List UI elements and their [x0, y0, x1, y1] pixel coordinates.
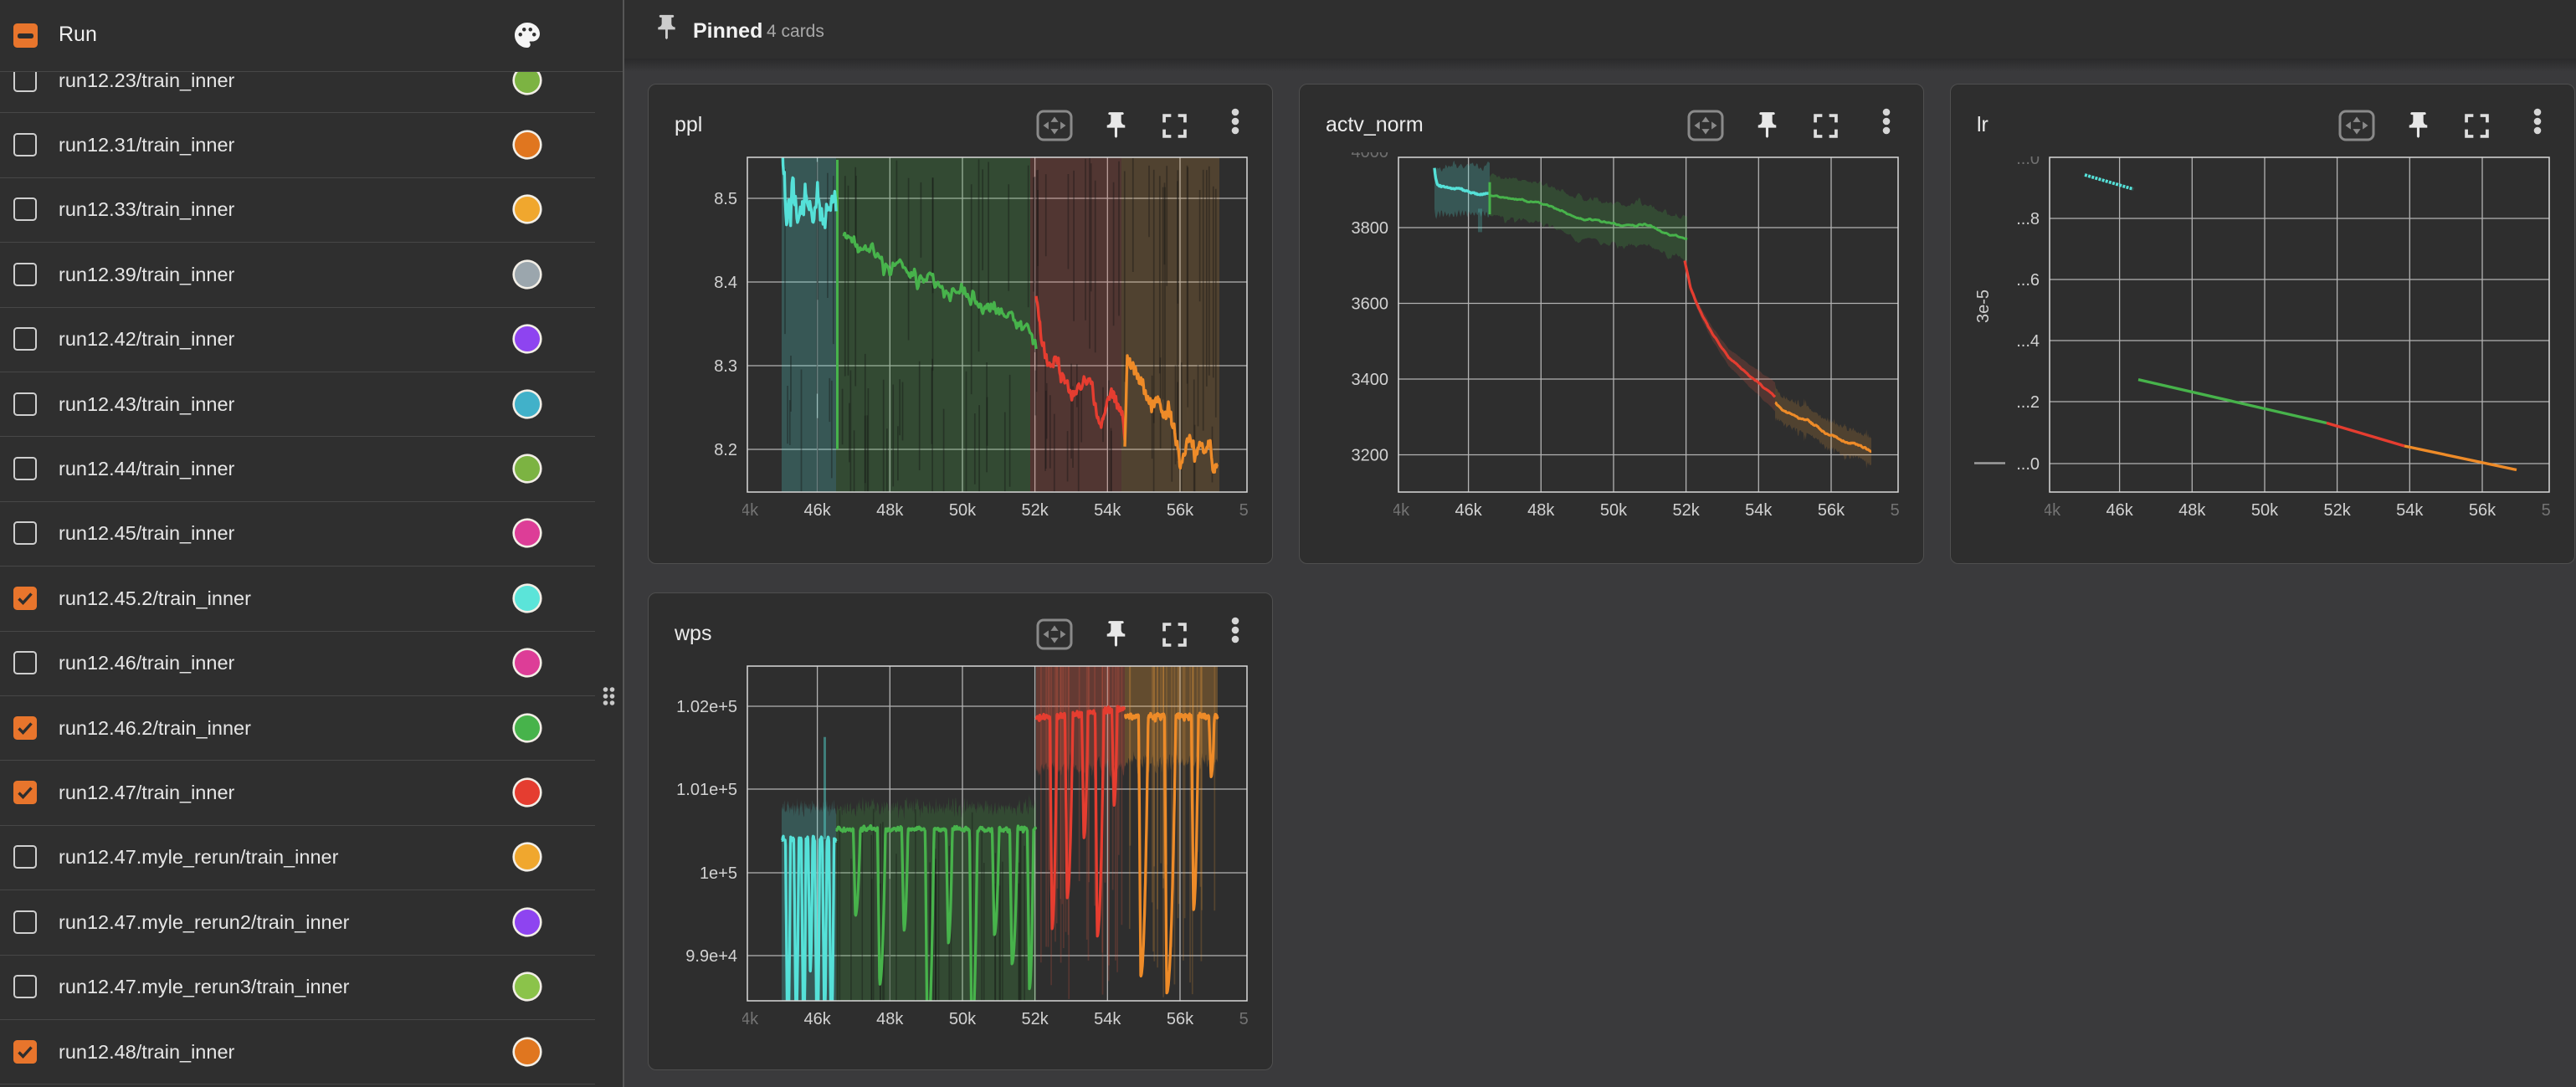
svg-text:1.02e+5: 1.02e+5: [676, 698, 737, 716]
svg-text:58k: 58k: [1891, 501, 1918, 520]
svg-text:46k: 46k: [803, 1010, 831, 1028]
svg-text:46k: 46k: [2106, 501, 2133, 520]
svg-text:58k: 58k: [1239, 1010, 1267, 1028]
svg-text:1.01e+5: 1.01e+5: [676, 781, 737, 799]
svg-text:3e-5: 3e-5: [1974, 290, 1993, 323]
svg-text:3200: 3200: [1352, 447, 1389, 465]
svg-text:4000: 4000: [1352, 143, 1389, 162]
svg-text:44k: 44k: [731, 501, 759, 520]
svg-text:44k: 44k: [1383, 501, 1410, 520]
svg-text:56k: 56k: [2469, 501, 2496, 520]
svg-text:...0: ...0: [2016, 150, 2040, 168]
svg-text:48k: 48k: [2178, 501, 2206, 520]
svg-text:8.2: 8.2: [714, 441, 737, 459]
svg-text:50k: 50k: [1600, 501, 1628, 520]
svg-text:8.3: 8.3: [714, 357, 737, 376]
svg-text:54k: 54k: [1094, 501, 1121, 520]
svg-text:52k: 52k: [1021, 501, 1049, 520]
svg-text:3800: 3800: [1352, 219, 1389, 238]
svg-text:3600: 3600: [1352, 295, 1389, 314]
svg-text:3400: 3400: [1352, 371, 1389, 389]
svg-text:...6: ...6: [2016, 271, 2040, 290]
svg-text:46k: 46k: [1455, 501, 1482, 520]
svg-text:58k: 58k: [2542, 501, 2569, 520]
svg-text:54k: 54k: [2396, 501, 2424, 520]
svg-text:48k: 48k: [876, 501, 904, 520]
svg-text:8.4: 8.4: [714, 274, 737, 292]
svg-text:50k: 50k: [2251, 501, 2279, 520]
svg-text:1e+5: 1e+5: [700, 864, 737, 883]
svg-text:9.9e+4: 9.9e+4: [685, 947, 737, 966]
svg-text:...8: ...8: [2016, 210, 2040, 228]
svg-text:56k: 56k: [1818, 501, 1845, 520]
svg-text:52k: 52k: [2323, 501, 2351, 520]
svg-text:56k: 56k: [1167, 1010, 1194, 1028]
svg-text:46k: 46k: [803, 501, 831, 520]
svg-text:54k: 54k: [1094, 1010, 1121, 1028]
svg-text:50k: 50k: [949, 1010, 977, 1028]
svg-text:52k: 52k: [1672, 501, 1700, 520]
svg-text:52k: 52k: [1021, 1010, 1049, 1028]
svg-text:54k: 54k: [1745, 501, 1773, 520]
svg-text:48k: 48k: [1527, 501, 1555, 520]
svg-text:...4: ...4: [2016, 332, 2040, 351]
svg-text:...0: ...0: [2016, 455, 2040, 474]
svg-text:44k: 44k: [2034, 501, 2061, 520]
svg-text:8.5: 8.5: [714, 190, 737, 208]
svg-text:48k: 48k: [876, 1010, 904, 1028]
svg-text:44k: 44k: [731, 1010, 759, 1028]
svg-text:50k: 50k: [949, 501, 977, 520]
svg-text:58k: 58k: [1239, 501, 1267, 520]
svg-text:56k: 56k: [1167, 501, 1194, 520]
svg-text:...2: ...2: [2016, 393, 2040, 412]
